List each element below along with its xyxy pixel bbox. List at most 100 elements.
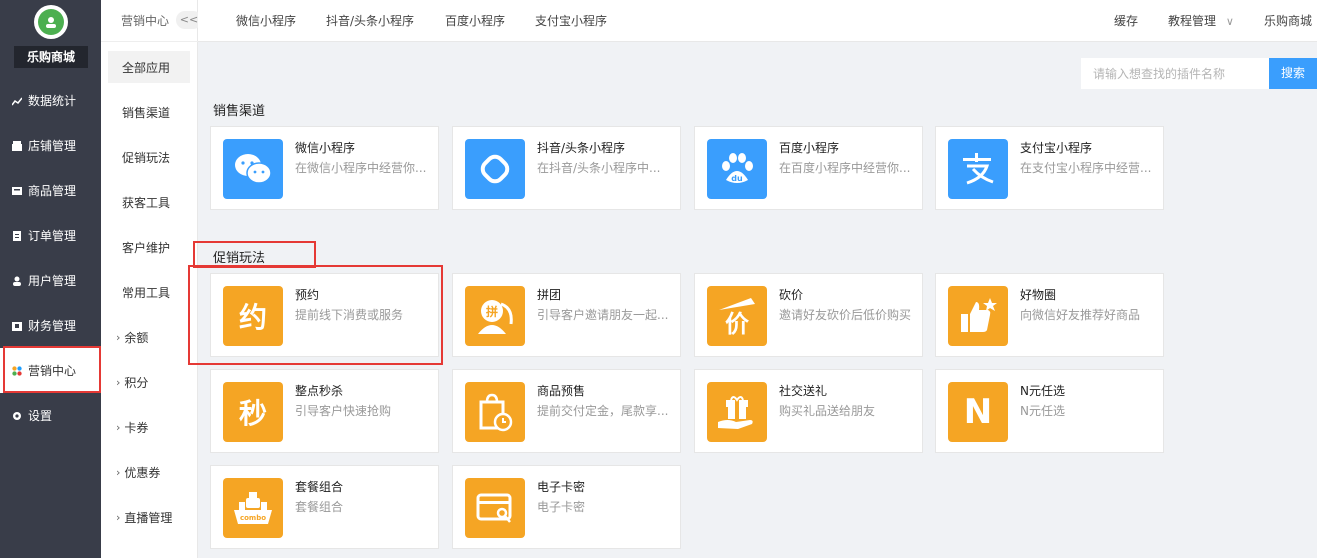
submenu-item-cards[interactable]: › 卡券 (108, 411, 190, 443)
submenu-item-label: 全部应用 (122, 60, 171, 75)
sidebar-item-users[interactable]: 用户管理 (0, 258, 101, 303)
sidebar-item-label: 商品管理 (28, 184, 77, 198)
finance-icon (12, 321, 22, 331)
submenu-item-retention[interactable]: 客户维护 (108, 231, 190, 263)
bargain-icon: 价 (707, 286, 767, 346)
sidebar-item-products[interactable]: 商品管理 (0, 168, 101, 213)
n-letter-icon: N (948, 382, 1008, 442)
card-desc: 在微信小程序中经营你... (295, 161, 427, 175)
card-name: 抖音/头条小程序 (537, 141, 626, 155)
chevron-right-icon: › (116, 330, 121, 344)
card-name: 整点秒杀 (295, 384, 344, 398)
card-name: 商品预售 (537, 384, 586, 398)
ecard-icon (465, 478, 525, 538)
baidu-icon: du (707, 139, 767, 199)
card-desc: 在百度小程序中经营你... (779, 161, 911, 175)
groupbuy-icon: 拼 (465, 286, 525, 346)
search-button[interactable]: 搜索 (1269, 58, 1317, 89)
flashsale-icon: 秒 (223, 382, 283, 442)
plugin-card-ecard[interactable]: 电子卡密 电子卡密 (452, 465, 681, 549)
main-sidebar: 乐购商城 数据统计 店铺管理 商品管理 订单管理 用户管理 财务管理 营销中心 … (0, 0, 101, 558)
sidebar-item-store[interactable]: 店铺管理 (0, 123, 101, 168)
submenu-item-all[interactable]: 全部应用 (108, 51, 190, 83)
plugin-card-groupbuy[interactable]: 拼 拼团 引导客户邀请朋友一起... (452, 273, 681, 357)
plugin-card-flashsale[interactable]: 秒 整点秒杀 引导客户快速抢购 (210, 369, 439, 453)
card-name: 好物圈 (1020, 288, 1057, 302)
plugin-card-nchoice[interactable]: N N元任选 N元任选 (935, 369, 1164, 453)
wechat-icon (223, 139, 283, 199)
submenu-item-label: 客户维护 (122, 240, 171, 255)
sidebar-item-statistics[interactable]: 数据统计 (0, 78, 101, 123)
bargain-glyph: 价 (725, 310, 750, 336)
submenu-title-text: 营销中心 (121, 14, 170, 28)
submenu-item-live[interactable]: › 直播管理 (108, 501, 190, 533)
chart-icon (12, 96, 22, 106)
tab-wechat[interactable]: 微信小程序 (236, 0, 296, 42)
card-desc: 邀请好友砍价后低价购买 (779, 308, 912, 322)
chevron-right-icon: › (116, 465, 121, 479)
order-icon (12, 230, 22, 241)
card-desc: 引导客户快速抢购 (295, 404, 392, 418)
submenu-item-balance[interactable]: › 余额 (108, 321, 190, 353)
card-name: 微信小程序 (295, 141, 356, 155)
sidebar-item-label: 订单管理 (28, 229, 77, 243)
card-desc: 在支付宝小程序中经营... (1020, 161, 1152, 175)
highlight-box-marketing (3, 346, 101, 393)
combo-icon: combo (223, 478, 283, 538)
combo-glyph: combo (240, 514, 266, 522)
submenu-item-label: 常用工具 (122, 285, 171, 300)
sidebar-item-label: 财务管理 (28, 319, 77, 333)
submenu-item-acquire[interactable]: 获客工具 (108, 186, 190, 218)
tab-baidu[interactable]: 百度小程序 (445, 0, 505, 42)
plugin-card-douyin[interactable]: 抖音/头条小程序 在抖音/头条小程序中... (452, 126, 681, 210)
cache-link[interactable]: 缓存 (1114, 0, 1138, 42)
submenu-item-coupons[interactable]: › 优惠券 (108, 456, 190, 488)
search-input[interactable] (1081, 58, 1269, 89)
submenu-item-label: 促销玩法 (122, 150, 171, 165)
card-desc: 在抖音/头条小程序中... (537, 161, 661, 175)
plugin-card-combo[interactable]: combo 套餐组合 套餐组合 (210, 465, 439, 549)
card-desc: N元任选 (1020, 404, 1065, 418)
card-name: N元任选 (1020, 384, 1065, 398)
card-desc: 购买礼品送给朋友 (779, 404, 876, 418)
tutorial-menu[interactable]: 教程管理 ∨ (1168, 0, 1234, 42)
sidebar-item-orders[interactable]: 订单管理 (0, 213, 101, 258)
plugin-card-alipay[interactable]: 支付宝小程序 在支付宝小程序中经营... (935, 126, 1164, 210)
tab-alipay[interactable]: 支付宝小程序 (535, 0, 607, 42)
submenu-item-points[interactable]: › 积分 (108, 366, 190, 398)
submenu-item-label: 积分 (124, 375, 149, 390)
groupbuy-glyph: 拼 (486, 304, 498, 319)
plugin-card-presale[interactable]: 商品预售 提前交付定金，尾款享... (452, 369, 681, 453)
card-desc: 电子卡密 (537, 500, 586, 514)
sidebar-item-label: 店铺管理 (28, 139, 77, 153)
submenu-item-label: 优惠券 (124, 465, 161, 480)
plugin-card-bargain[interactable]: 价 砍价 邀请好友砍价后低价购买 (694, 273, 923, 357)
shop-link[interactable]: 乐购商城 (1264, 0, 1312, 42)
plugin-card-socialgift[interactable]: 社交送礼 购买礼品送给朋友 (694, 369, 923, 453)
alipay-icon (948, 139, 1008, 199)
plugin-card-goodcircle[interactable]: 好物圈 向微信好友推荐好商品 (935, 273, 1164, 357)
sidebar-item-finance[interactable]: 财务管理 (0, 303, 101, 348)
card-name: 支付宝小程序 (1020, 141, 1093, 155)
submenu-item-sales[interactable]: 销售渠道 (108, 96, 190, 128)
flashsale-glyph: 秒 (238, 397, 267, 430)
submenu-item-promo[interactable]: 促销玩法 (108, 141, 190, 173)
plugin-card-baidu[interactable]: du 百度小程序 在百度小程序中经营你... (694, 126, 923, 210)
submenu-item-label: 获客工具 (122, 195, 171, 210)
gear-icon (12, 411, 22, 421)
top-bar: 微信小程序 抖音/头条小程序 百度小程序 支付宝小程序 缓存 教程管理 ∨ 乐购… (198, 0, 1317, 42)
gift-icon (707, 382, 767, 442)
card-name: 拼团 (537, 288, 562, 302)
card-desc: 引导客户邀请朋友一起... (537, 308, 669, 322)
logo-icon[interactable] (34, 5, 68, 39)
sidebar-item-label: 设置 (28, 409, 53, 423)
card-desc: 提前交付定金，尾款享... (537, 404, 669, 418)
store-icon (12, 140, 22, 151)
plugin-card-wechat[interactable]: 微信小程序 在微信小程序中经营你... (210, 126, 439, 210)
card-name: 社交送礼 (779, 384, 828, 398)
highlight-box-promo-title (193, 241, 316, 268)
tab-douyin[interactable]: 抖音/头条小程序 (326, 0, 414, 42)
sidebar-item-settings[interactable]: 设置 (0, 393, 101, 438)
sidebar-item-label: 用户管理 (28, 274, 77, 288)
submenu-item-tools[interactable]: 常用工具 (108, 276, 190, 308)
